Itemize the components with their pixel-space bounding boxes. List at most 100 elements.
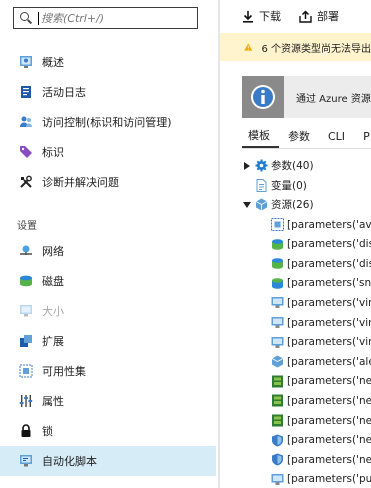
tab-cli[interactable]: CLI <box>319 124 354 148</box>
nic-icon <box>271 375 284 388</box>
deploy-button[interactable]: 部署 <box>299 8 339 24</box>
nic-icon <box>271 414 284 427</box>
snapshot-icon <box>271 277 284 290</box>
nav-item-disks[interactable]: 磁盘 <box>0 266 216 296</box>
nsg-icon <box>271 453 284 466</box>
resource-item[interactable]: [parameters('virt <box>220 332 371 352</box>
template-tree: 参数(40) 变量(0) 资源(26) [parameters('ava [par… <box>220 156 371 488</box>
tree-node-parameters[interactable]: 参数(40) <box>220 156 371 176</box>
automation-script-pane: 下载 部署 6 个资源类型尚无法导出 通过 Azure 资源 模板 参数 CLI… <box>220 0 371 488</box>
lock-icon <box>19 424 33 438</box>
nav-item-tags[interactable]: 标识 <box>0 137 216 167</box>
gear-icon <box>255 159 268 172</box>
tab-powershell[interactable]: P <box>354 124 371 148</box>
info-icon <box>251 85 275 109</box>
vm-icon <box>271 336 284 349</box>
tab-parameters[interactable]: 参数 <box>279 124 319 148</box>
warning-icon <box>244 43 253 51</box>
search-input[interactable] <box>41 11 191 25</box>
download-icon <box>243 10 253 23</box>
vm-icon <box>271 316 284 329</box>
nav-item-automation-script[interactable]: 自动化脚本 <box>0 446 216 476</box>
availability-set-icon <box>271 218 284 232</box>
resource-item[interactable]: [parameters('pub <box>220 470 371 488</box>
nav-item-label: 网络 <box>42 245 64 258</box>
nav-item-overview[interactable]: 概述 <box>0 47 216 77</box>
warning-text: 6 个资源类型尚无法导出 <box>261 43 371 55</box>
resource-item-label: [parameters('net <box>287 434 371 447</box>
nav-item-label: 活动日志 <box>42 86 86 99</box>
nav-item-label: 磁盘 <box>42 275 64 288</box>
resource-item[interactable]: [parameters('net <box>220 391 371 411</box>
collapse-arrow-icon[interactable] <box>242 201 252 208</box>
resource-item-label: [parameters('net <box>287 375 371 388</box>
nav-item-network[interactable]: 网络 <box>0 236 216 266</box>
disk-icon <box>271 257 284 270</box>
resource-item[interactable]: [parameters('virt <box>220 293 371 313</box>
resource-item[interactable]: [parameters('disk <box>220 254 371 274</box>
nav-item-label: 诊断并解决问题 <box>42 176 119 189</box>
tab-bar: 模板 参数 CLI P <box>242 124 371 148</box>
tree-node-resources[interactable]: 资源(26) <box>220 195 371 215</box>
size-icon <box>19 304 33 318</box>
resource-item[interactable]: [parameters('aler <box>220 352 371 372</box>
tab-template[interactable]: 模板 <box>242 124 279 148</box>
deploy-icon <box>299 9 312 23</box>
properties-icon <box>19 394 33 408</box>
resource-item[interactable]: [parameters('net <box>220 372 371 392</box>
info-icon-box <box>242 76 284 118</box>
resource-item[interactable]: [parameters('net <box>220 430 371 450</box>
resource-item[interactable]: [parameters('net <box>220 411 371 431</box>
nav-general: 概述 活动日志 访问控制(标识和访问管理) 标识 诊断并解决问题 <box>0 47 216 197</box>
nav-item-diagnose[interactable]: 诊断并解决问题 <box>0 167 216 197</box>
resource-item-label: [parameters('pub <box>287 473 371 486</box>
wrench-icon <box>19 175 33 189</box>
nav-item-label: 标识 <box>42 146 64 159</box>
resource-item-label: [parameters('net <box>287 394 371 407</box>
nav-item-size[interactable]: 大小 <box>0 296 216 326</box>
tree-node-variables[interactable]: 变量(0) <box>220 176 371 196</box>
search-box[interactable] <box>13 7 198 29</box>
tree-node-label: 参数(40) <box>271 160 314 173</box>
nav-item-access-control[interactable]: 访问控制(标识和访问管理) <box>0 107 216 137</box>
resource-item-label: [parameters('ava <box>287 218 371 231</box>
resource-item[interactable]: [parameters('ava <box>220 215 371 235</box>
resource-item[interactable]: [parameters('virt <box>220 313 371 333</box>
public-ip-icon <box>271 473 284 486</box>
nav-item-label: 自动化脚本 <box>42 455 97 468</box>
resource-list: [parameters('ava [parameters('disk [parame… <box>220 215 371 488</box>
nav-item-properties[interactable]: 属性 <box>0 386 216 416</box>
document-icon <box>255 178 268 192</box>
download-button[interactable]: 下载 <box>242 8 281 24</box>
nav-item-locks[interactable]: 锁 <box>0 416 216 446</box>
access-control-icon <box>19 115 33 129</box>
resource-item-label: [parameters('virt <box>287 296 371 309</box>
network-icon <box>19 244 33 258</box>
resource-item-label: [parameters('aler <box>287 355 371 368</box>
tree-node-label: 资源(26) <box>271 199 314 212</box>
tree-node-label: 变量(0) <box>271 179 307 192</box>
resource-item[interactable]: [parameters('sna <box>220 274 371 294</box>
resource-item-label: [parameters('net <box>287 453 371 466</box>
resource-menu: 概述 活动日志 访问控制(标识和访问管理) 标识 诊断并解决问题 <box>0 0 216 488</box>
warning-banner: 6 个资源类型尚无法导出 <box>220 33 371 61</box>
availability-set-icon <box>19 364 33 378</box>
search-icon <box>20 12 32 24</box>
nav-item-label: 锁 <box>42 425 53 438</box>
nav-item-label: 扩展 <box>42 335 64 348</box>
info-panel: 通过 Azure 资源 <box>242 76 371 118</box>
nav-item-label: 可用性集 <box>42 365 86 378</box>
info-text: 通过 Azure 资源 <box>296 93 371 105</box>
resource-item[interactable]: [parameters('disk <box>220 234 371 254</box>
nav-item-label: 属性 <box>42 395 64 408</box>
section-header-settings: 设置 <box>17 221 37 232</box>
expand-arrow-icon[interactable] <box>242 161 252 170</box>
nav-item-availability-set[interactable]: 可用性集 <box>0 356 216 386</box>
nav-item-activity-log[interactable]: 活动日志 <box>0 77 216 107</box>
activity-log-icon <box>19 85 33 99</box>
resource-item[interactable]: [parameters('net <box>220 450 371 470</box>
extensions-icon <box>19 334 33 348</box>
nav-item-label: 大小 <box>42 305 64 318</box>
nav-item-extensions[interactable]: 扩展 <box>0 326 216 356</box>
nic-icon <box>271 394 284 407</box>
